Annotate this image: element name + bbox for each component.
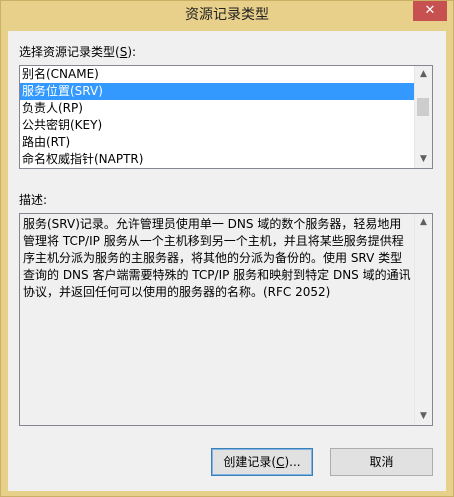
description-text: 服务(SRV)记录。允许管理员使用单一 DNS 域的数个服务器，轻易地用管理将 … [23, 217, 411, 299]
close-icon: ✕ [424, 3, 436, 18]
record-type-item[interactable]: 别名(CNAME) [20, 66, 415, 83]
description-scroll-up-icon[interactable]: ▲ [415, 214, 432, 231]
record-type-scrollbar[interactable]: ▲ ▼ [414, 66, 432, 168]
record-type-label: 选择资源记录类型(S): [19, 43, 136, 60]
record-type-list: 别名(CNAME) 服务位置(SRV) 负责人(RP) 公共密钥(KEY) 路由(RT)… [20, 66, 415, 168]
description-label: 描述: [19, 193, 48, 207]
scroll-thumb[interactable] [417, 98, 429, 116]
scroll-up-icon[interactable]: ▲ [415, 66, 432, 83]
record-type-label-suffix: ): [127, 45, 137, 59]
title-bar[interactable]: 资源记录类型 ✕ [1, 1, 453, 25]
record-type-item[interactable]: 服务位置(SRV) [20, 83, 415, 100]
close-button[interactable]: ✕ [413, 1, 447, 21]
record-type-listbox[interactable]: 别名(CNAME) 服务位置(SRV) 负责人(RP) 公共密钥(KEY) 路由(RT)… [19, 65, 433, 169]
record-type-item[interactable]: 公共密钥(KEY) [20, 117, 415, 134]
scroll-down-icon[interactable]: ▼ [415, 151, 432, 168]
record-type-item[interactable]: 命名权威指针(NAPTR) [20, 151, 415, 168]
dialog-title: 资源记录类型 [185, 7, 269, 23]
record-type-label-prefix: 选择资源记录类型( [19, 45, 120, 59]
dialog-window: 资源记录类型 ✕ 选择资源记录类型(S): 别名(CNAME) 服务位置(SRV)… [0, 0, 454, 497]
cancel-button[interactable]: 取消 [330, 448, 433, 476]
create-record-label-prefix: 创建记录( [223, 455, 277, 469]
record-type-item[interactable]: 负责人(RP) [20, 100, 415, 117]
create-record-label-suffix: )... [284, 455, 301, 469]
record-type-item[interactable]: 路由(RT) [20, 134, 415, 151]
description-scroll-down-icon[interactable]: ▼ [415, 408, 432, 425]
description-box[interactable]: 服务(SRV)记录。允许管理员使用单一 DNS 域的数个服务器，轻易地用管理将 … [19, 213, 433, 426]
description-scrollbar[interactable]: ▲ ▼ [414, 214, 432, 425]
dialog-client: 选择资源记录类型(S): 别名(CNAME) 服务位置(SRV) 负责人(RP) 公共… [8, 31, 446, 491]
create-record-button[interactable]: 创建记录(C)... [211, 448, 313, 476]
